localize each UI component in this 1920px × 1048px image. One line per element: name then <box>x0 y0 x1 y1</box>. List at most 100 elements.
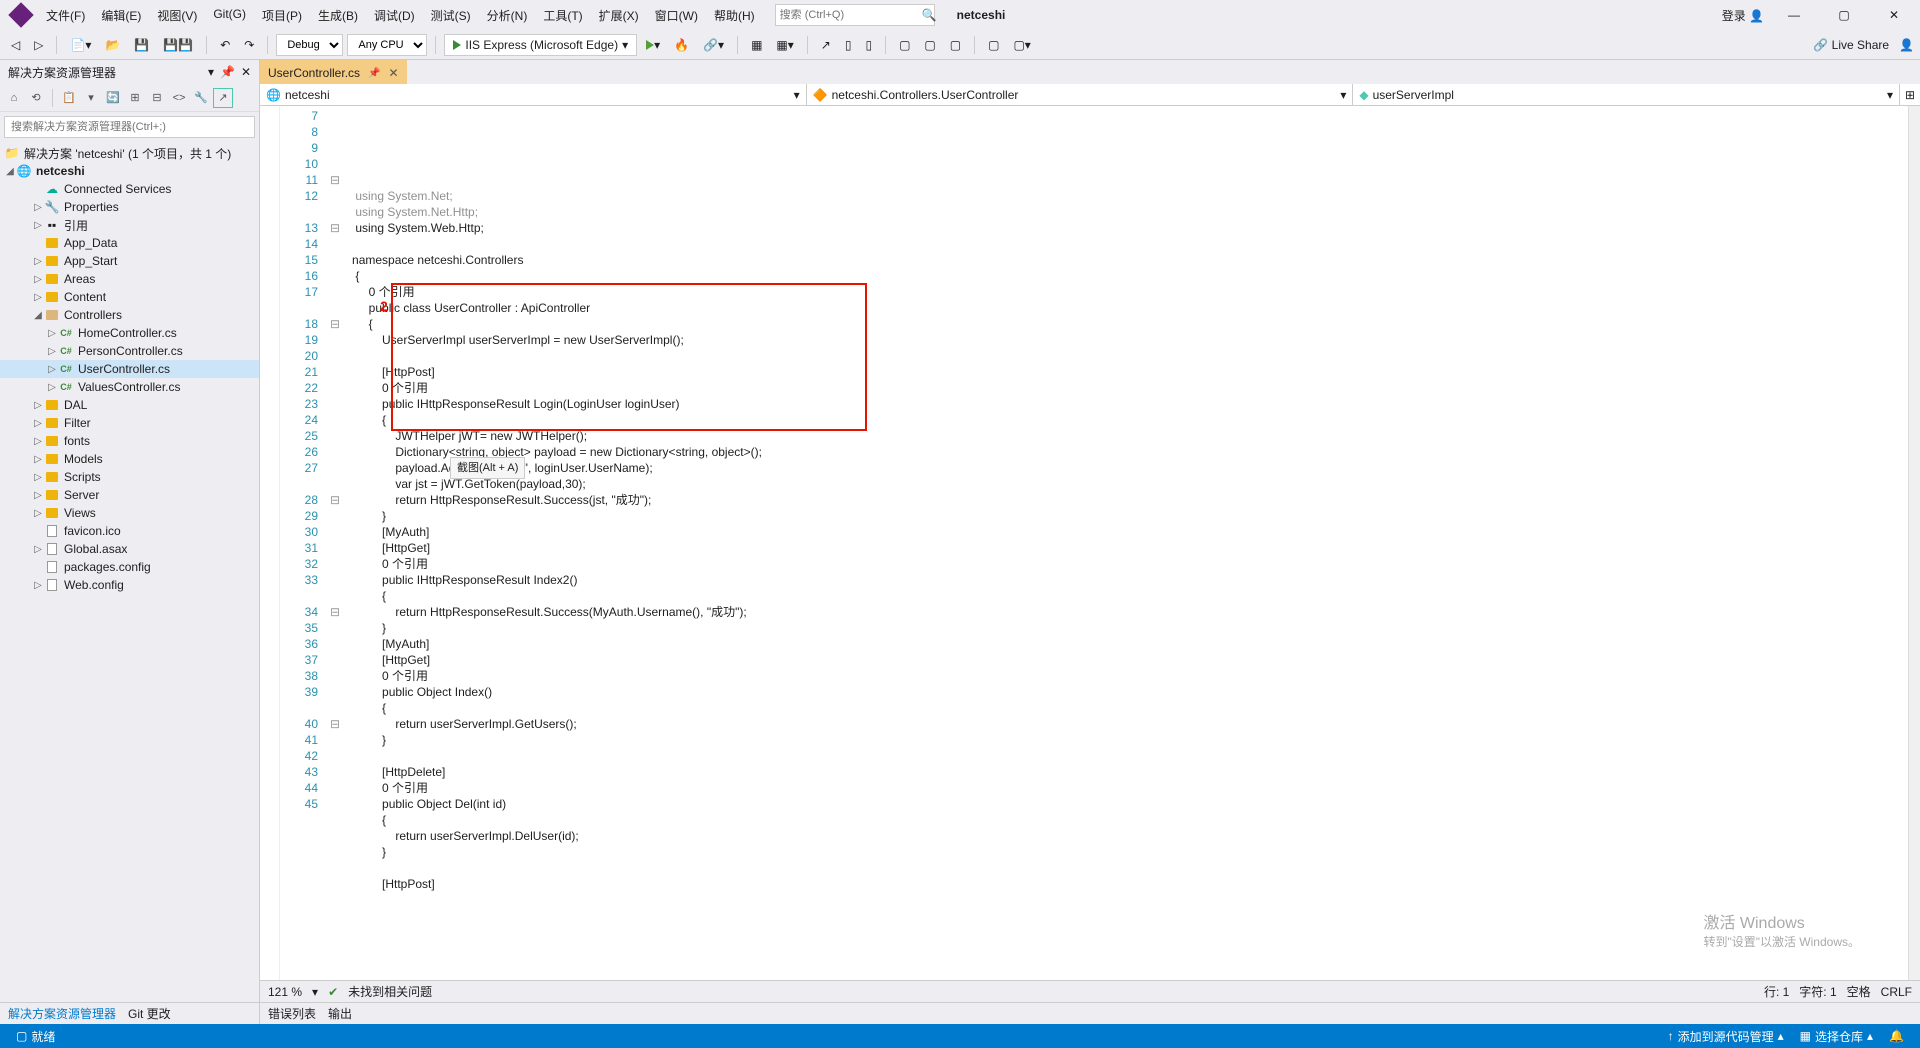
global-search[interactable]: 🔍 <box>775 4 935 26</box>
add-source-control[interactable]: ↑ 添加到源代码管理 ▴ <box>1660 1028 1792 1045</box>
tree-item[interactable]: packages.config <box>0 558 259 576</box>
menu-item[interactable]: 视图(V) <box>149 3 205 28</box>
pin-icon[interactable]: 📌 <box>220 65 235 79</box>
login-link[interactable]: 登录 👤 <box>1722 7 1764 24</box>
tool-icon[interactable]: ▢ <box>945 35 966 55</box>
browser-link-icon[interactable]: 🔗▾ <box>698 35 729 55</box>
tree-item[interactable]: ▷fonts <box>0 432 259 450</box>
menu-item[interactable]: 编辑(E) <box>93 3 149 28</box>
tool-icon[interactable]: ↗ <box>213 88 233 108</box>
menu-item[interactable]: 生成(B) <box>310 3 366 28</box>
refresh-icon[interactable]: 🔄 <box>103 88 123 108</box>
save-all-button[interactable]: 💾💾 <box>158 35 198 55</box>
select-repo[interactable]: ▦ 选择仓库 ▴ <box>1792 1028 1881 1045</box>
tool-icon[interactable]: ⊟ <box>147 88 167 108</box>
tree-item[interactable]: ▷Global.asax <box>0 540 259 558</box>
tree-item[interactable]: ▷DAL <box>0 396 259 414</box>
solution-tree[interactable]: 📁 解决方案 'netceshi' (1 个项目，共 1 个) ◢ 🌐 netc… <box>0 142 259 1002</box>
run-button[interactable]: IIS Express (Microsoft Edge) ▾ <box>444 34 637 56</box>
tree-item[interactable]: ▷Areas <box>0 270 259 288</box>
properties-icon[interactable]: 🔧 <box>191 88 211 108</box>
menu-item[interactable]: 帮助(H) <box>706 3 763 28</box>
tree-item[interactable]: ▷Views <box>0 504 259 522</box>
minimize-button[interactable]: — <box>1774 2 1814 28</box>
tree-item[interactable]: ☁Connected Services <box>0 180 259 198</box>
tool-icon[interactable]: ▾ <box>81 88 101 108</box>
tool-icon[interactable]: ⟲ <box>26 88 46 108</box>
issues-status[interactable]: 未找到相关问题 <box>348 983 432 1000</box>
scrollbar[interactable] <box>1908 106 1920 980</box>
menu-item[interactable]: 文件(F) <box>38 3 93 28</box>
run-no-debug-button[interactable]: ▾ <box>641 35 665 55</box>
maximize-button[interactable]: ▢ <box>1824 2 1864 28</box>
menu-item[interactable]: 工具(T) <box>535 3 590 28</box>
tool-icon[interactable]: ▯ <box>860 35 877 55</box>
tree-item[interactable]: ▷Scripts <box>0 468 259 486</box>
platform-select[interactable]: Any CPU <box>347 34 427 56</box>
project-node[interactable]: ◢ 🌐 netceshi <box>0 162 259 180</box>
tool-icon[interactable]: ▢ <box>919 35 940 55</box>
eol-mode[interactable]: CRLF <box>1881 985 1912 999</box>
search-input[interactable] <box>780 9 922 21</box>
menu-item[interactable]: 窗口(W) <box>647 3 706 28</box>
tree-item[interactable]: ◢Controllers <box>0 306 259 324</box>
zoom-level[interactable]: 121 % <box>268 985 302 999</box>
tree-item[interactable]: ▷C#PersonController.cs <box>0 342 259 360</box>
tool-icon[interactable]: ▯ <box>840 35 857 55</box>
menu-item[interactable]: 调试(D) <box>366 3 423 28</box>
tree-item[interactable]: ▷Server <box>0 486 259 504</box>
menu-item[interactable]: 分析(N) <box>479 3 536 28</box>
indent-mode[interactable]: 空格 <box>1847 983 1871 1000</box>
nav-member[interactable]: ◆userServerImpl▾ <box>1353 84 1900 105</box>
notifications-icon[interactable]: 🔔 <box>1881 1029 1912 1043</box>
tree-item[interactable]: ▷🔧Properties <box>0 198 259 216</box>
pin-icon[interactable]: 📌 <box>368 68 380 79</box>
tab-git-changes[interactable]: Git 更改 <box>128 1005 171 1022</box>
tree-item[interactable]: App_Data <box>0 234 259 252</box>
tool-icon[interactable]: ▢ <box>894 35 915 55</box>
tree-item[interactable]: ▷Models <box>0 450 259 468</box>
tree-item[interactable]: favicon.ico <box>0 522 259 540</box>
tree-item[interactable]: ▷App_Start <box>0 252 259 270</box>
fold-column[interactable]: ⊟⊟⊟⊟⊟⊟ <box>328 106 342 980</box>
close-icon[interactable]: ✕ <box>241 65 251 79</box>
redo-button[interactable]: ↷ <box>239 35 259 55</box>
solution-node[interactable]: 📁 解决方案 'netceshi' (1 个项目，共 1 个) <box>0 144 259 162</box>
tree-item[interactable]: ▷Filter <box>0 414 259 432</box>
home-icon[interactable]: ⌂ <box>4 88 24 108</box>
tree-item[interactable]: 1▷C#UserController.cs <box>0 360 259 378</box>
dropdown-icon[interactable]: ▾ <box>208 65 214 79</box>
tool-icon[interactable]: ▢ <box>983 35 1004 55</box>
tab-error-list[interactable]: 错误列表 <box>268 1005 316 1022</box>
menu-item[interactable]: 测试(S) <box>423 3 479 28</box>
tree-item[interactable]: ▷Web.config <box>0 576 259 594</box>
nav-class[interactable]: 🔶netceshi.Controllers.UserController▾ <box>807 84 1354 105</box>
tool-icon[interactable]: ↗ <box>816 35 836 55</box>
tab-solution-explorer[interactable]: 解决方案资源管理器 <box>8 1005 116 1022</box>
tool-icon[interactable]: ▦▾ <box>771 35 798 55</box>
feedback-icon[interactable]: 👤 <box>1899 38 1914 52</box>
open-button[interactable]: 📂 <box>100 35 125 55</box>
nav-back-button[interactable]: ◁ <box>6 35 25 55</box>
document-tab[interactable]: UserController.cs 📌 ✕ <box>260 60 407 84</box>
hot-reload-icon[interactable]: 🔥 <box>669 35 694 55</box>
tool-icon[interactable]: 📋 <box>59 88 79 108</box>
live-share-button[interactable]: 🔗 Live Share <box>1813 38 1889 52</box>
save-button[interactable]: 💾 <box>129 35 154 55</box>
tree-item[interactable]: ▷C#ValuesController.cs <box>0 378 259 396</box>
tree-item[interactable]: ▷Content <box>0 288 259 306</box>
code-editor[interactable]: 2 截图(Alt + A) using System.Net; using Sy… <box>342 106 1908 980</box>
solution-search-input[interactable] <box>4 116 255 138</box>
new-button[interactable]: 📄▾ <box>65 35 96 55</box>
close-icon[interactable]: ✕ <box>388 66 398 80</box>
tree-item[interactable]: ▷C#HomeController.cs <box>0 324 259 342</box>
nav-project[interactable]: 🌐netceshi▾ <box>260 84 807 105</box>
tool-icon[interactable]: ⊞ <box>125 88 145 108</box>
tool-icon[interactable]: ▦ <box>746 35 767 55</box>
tool-icon[interactable]: <> <box>169 88 189 108</box>
tab-output[interactable]: 输出 <box>328 1005 352 1022</box>
nav-fwd-button[interactable]: ▷ <box>29 35 48 55</box>
close-button[interactable]: ✕ <box>1874 2 1914 28</box>
split-icon[interactable]: ⊞ <box>1900 84 1920 105</box>
tree-item[interactable]: ▷▪▪引用 <box>0 216 259 234</box>
